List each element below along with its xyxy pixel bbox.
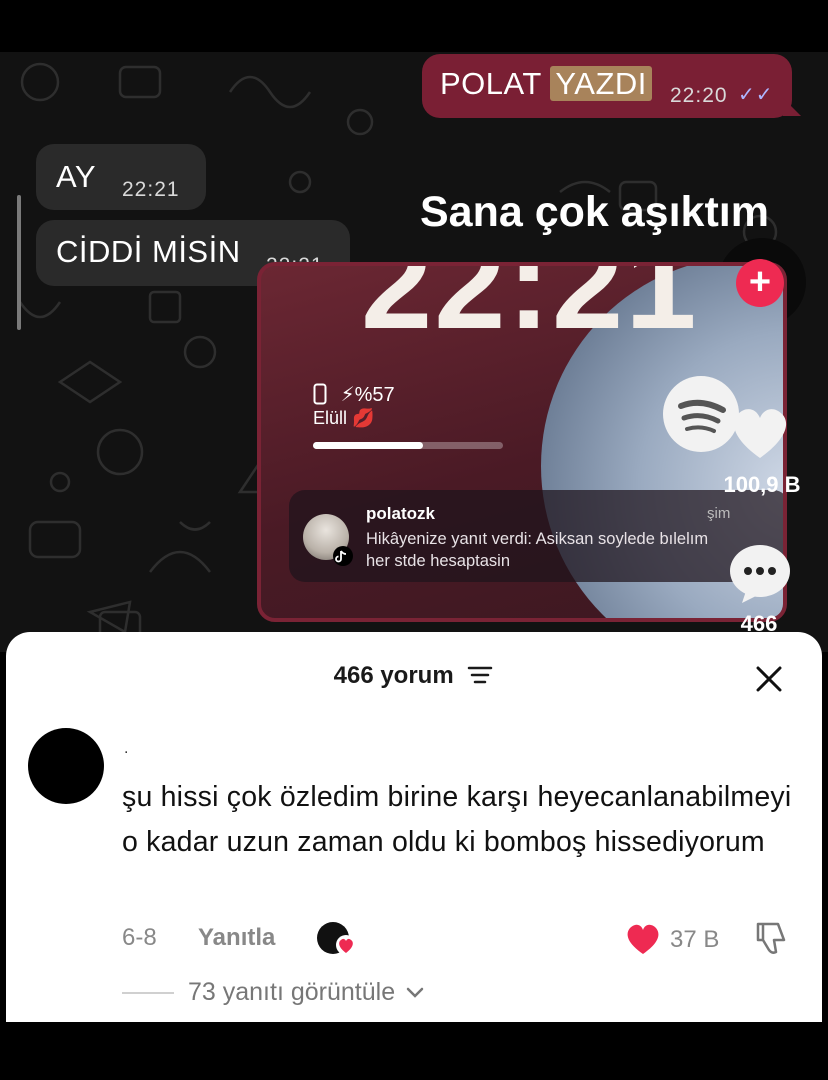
like-count: 100,9 B [723,472,801,497]
notification-time: şim [707,505,731,522]
message-highlight-text: YAZDI [550,66,652,101]
comment-date: 6-8 [122,924,157,951]
music-progress-fill [313,442,424,449]
follow-plus-button[interactable]: + [736,259,784,307]
comment-bubble-icon[interactable] [728,543,792,605]
tiktok-icon [333,546,353,566]
message-sender-text: POLAT [440,66,542,101]
commenter-username[interactable]: . [124,740,128,758]
notification-message: Hikâyenize yanıt verdi: Asiksan soylede … [366,530,709,570]
view-replies-link[interactable]: 73 yanıtı görüntüle [188,978,395,1006]
like-heart-icon[interactable] [728,404,792,462]
notification-username: polatozk [366,504,435,523]
reply-button[interactable]: Yanıtla [198,924,275,952]
outgoing-message-bubble: POLAT YAZDI 22:20 ✓✓ [422,54,792,118]
close-icon[interactable] [754,664,784,694]
comments-sheet: 466 yorum . şu hissi çok özledim birine … [6,632,822,1022]
phone-icon [313,383,327,405]
comments-title: 466 yorum [333,662,454,689]
music-progress-bar [313,442,503,449]
dislike-icon[interactable] [754,920,792,958]
message-text: AY [56,159,97,194]
message-text: CİDDİ MİSİN [56,234,241,269]
chat-scrollbar[interactable] [17,195,21,330]
song-title: Elüll 💋 [313,408,375,428]
sort-icon[interactable] [466,664,494,686]
creator-liked-icon [317,922,356,955]
video-caption: Sana çok aşıktım [420,188,769,236]
comment-like-heart-icon[interactable] [624,922,662,956]
read-receipt-icon: ✓✓ [738,84,774,106]
battery-status: ⚡%57 [340,384,395,406]
comment-text: şu hissi çok özledim birine karşı heyeca… [122,781,792,858]
incoming-message-bubble: AY 22:21 [36,144,206,210]
lockscreen-clock: 22:21 [361,262,699,356]
message-time: 22:20 [670,84,728,107]
comment-like-count: 37 B [670,926,720,953]
chevron-down-icon[interactable] [406,986,424,1000]
replies-divider [122,992,174,994]
bubble-tail-icon [783,98,801,116]
instagram-notification: polatozk Hikâyenize yanıt verdi: Asiksan… [289,490,783,582]
commenter-avatar[interactable] [28,728,104,804]
message-time: 22:21 [122,178,180,201]
